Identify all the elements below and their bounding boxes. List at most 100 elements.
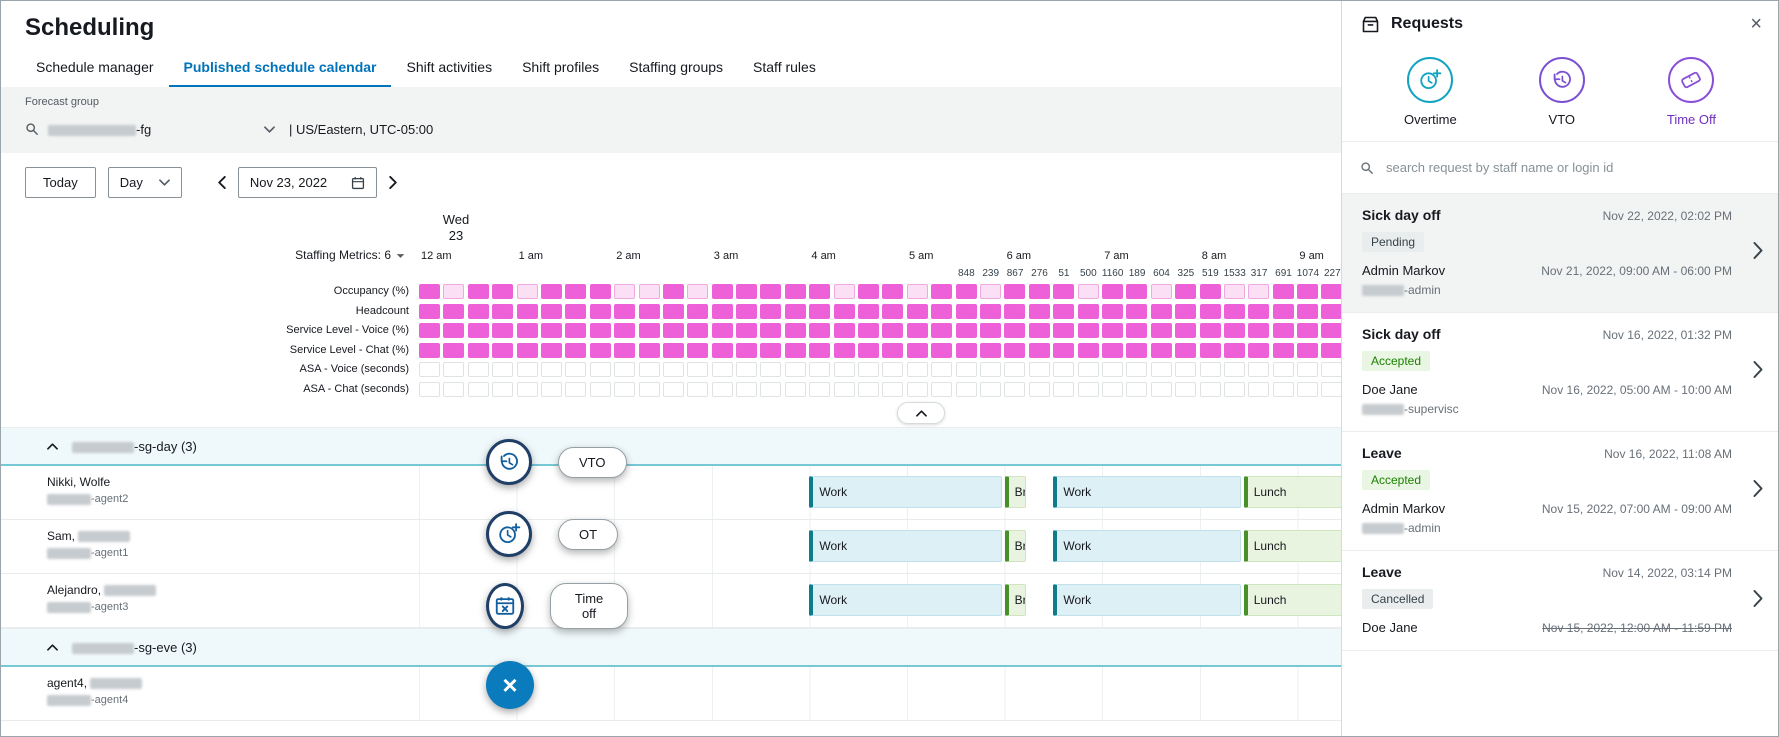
metric-cell [712,343,733,358]
overlay-vto-button[interactable] [486,439,532,485]
metric-cell [1224,362,1245,377]
hour-label: 1 am [519,250,543,262]
request-search-input[interactable] [1384,159,1760,176]
request-card-mid: Admin MarkovNov 15, 2022, 07:00 AM - 09:… [1362,501,1732,516]
request-card[interactable]: Sick day offNov 16, 2022, 01:32 PMAccept… [1342,313,1778,432]
shift-bar-break[interactable]: Br... [1005,476,1026,508]
today-button[interactable]: Today [25,167,96,198]
request-search-row [1342,142,1778,194]
tab-shift-profiles[interactable]: Shift profiles [507,47,614,87]
shift-bar-work[interactable]: Work [1053,476,1240,508]
redacted-text [1362,285,1404,296]
view-select[interactable]: Day [108,167,182,198]
chevron-right-icon[interactable] [1753,361,1763,384]
requester-name: Doe Jane [1362,382,1418,397]
shift-bar-lunch[interactable]: Lunch [1244,476,1341,508]
metric-cell [687,382,708,397]
metric-row [419,302,1341,322]
chevron-up-icon[interactable] [47,443,58,450]
requester-name: Doe Jane [1362,620,1418,635]
metric-cell [614,362,635,377]
agent-name: Sam, [47,529,419,543]
metric-cell [1151,284,1172,299]
overlay-vto-label[interactable]: VTO [558,447,627,478]
shift-bar-break[interactable]: Br... [1005,584,1026,616]
calendar-icon [351,176,365,190]
metric-value: 1074 [1297,268,1319,279]
shift-bar-break[interactable]: Br... [1005,530,1026,562]
shift-bar-work[interactable]: Work [809,584,1001,616]
shift-bar-lunch[interactable]: Lunch [1244,530,1341,562]
request-card[interactable]: Sick day offNov 22, 2022, 02:02 PMPendin… [1342,194,1778,313]
redacted-text [1362,523,1404,534]
metric-cell [785,382,806,397]
hour-label: 6 am [1007,250,1031,262]
date-field[interactable]: Nov 23, 2022 [238,167,377,198]
shift-bar-work[interactable]: Work [809,530,1001,562]
request-timestamp: Nov 16, 2022, 01:32 PM [1603,328,1732,342]
metric-cell [443,362,464,377]
chevron-right-icon[interactable] [1753,589,1763,612]
overlay-ot-button[interactable] [486,511,532,557]
tab-shift-activities[interactable]: Shift activities [391,47,507,87]
overlay-close-button[interactable]: × [486,661,534,709]
metric-row [419,321,1341,341]
metric-value: 1160 [1102,268,1124,279]
metric-cell [1126,382,1147,397]
filter-vto[interactable]: VTO [1539,57,1585,127]
chevron-down-icon [159,179,170,186]
forecast-group-select[interactable]: -fg [25,122,275,137]
metric-cell [1297,362,1318,377]
request-timestamp: Nov 22, 2022, 02:02 PM [1603,209,1732,223]
shift-bar-lunch[interactable]: Lunch [1244,584,1341,616]
agent-row: Alejandro, -agent3WorkBr...WorkLunch [1,574,1341,628]
metric-cell [882,343,903,358]
metric-cell [590,304,611,319]
forecast-group-row: -fg | US/Eastern, UTC-05:00 [25,115,1317,143]
chevron-right-icon[interactable] [1753,242,1763,265]
overlay-time-off-button[interactable] [486,583,524,629]
requester-name: Admin Markov [1362,263,1445,278]
metric-label: Service Level - Voice (%) [1,321,409,341]
metric-cell [809,362,830,377]
shift-bar-work[interactable]: Work [1053,584,1240,616]
metric-cell [565,284,586,299]
close-panel-button[interactable]: × [1746,14,1766,34]
day-header: Wed 23 [1,210,1341,248]
tab-staffing-groups[interactable]: Staffing groups [614,47,738,87]
redacted-text [47,548,91,559]
filter-overtime[interactable]: Overtime [1404,57,1457,127]
metric-cell [785,343,806,358]
metric-cell [517,284,538,299]
redacted-text [1362,404,1404,415]
filter-time-off[interactable]: Time Off [1667,57,1716,127]
overlay-ot-label[interactable]: OT [558,519,618,550]
shift-bar-work[interactable]: Work [809,476,1001,508]
request-card[interactable]: LeaveNov 16, 2022, 11:08 AMAcceptedAdmin… [1342,432,1778,551]
tab-published-schedule-calendar[interactable]: Published schedule calendar [169,47,392,87]
metric-cell [1151,304,1172,319]
request-card-mid: Doe JaneNov 16, 2022, 05:00 AM - 10:00 A… [1362,382,1732,397]
metric-cell [590,284,611,299]
group-header-row[interactable]: -sg-eve (3) [1,628,1341,667]
prev-day-button[interactable] [212,171,232,194]
metric-cell [492,362,513,377]
metric-cell [590,343,611,358]
tab-staff-rules[interactable]: Staff rules [738,47,831,87]
next-day-button[interactable] [383,171,403,194]
staffing-metrics-toggle[interactable]: Staffing Metrics: 6 [1,248,405,262]
metric-cell [809,382,830,397]
metric-cell [1200,362,1221,377]
overlay-time-off-label[interactable]: Time off [550,583,629,629]
metric-label: ASA - Chat (seconds) [1,380,409,400]
metric-cell [443,284,464,299]
chevron-up-icon[interactable] [47,644,58,651]
agent-row: Sam, -agent1WorkBr...WorkLunch [1,520,1341,574]
collapse-metrics-button[interactable] [897,402,945,424]
chevron-right-icon[interactable] [1753,480,1763,503]
shift-bar-work[interactable]: Work [1053,530,1240,562]
request-card[interactable]: LeaveNov 14, 2022, 03:14 PMCancelledDoe … [1342,551,1778,651]
group-header-row[interactable]: -sg-day (3) [1,427,1341,466]
metric-value: 848 [958,268,975,279]
tab-schedule-manager[interactable]: Schedule manager [21,47,169,87]
